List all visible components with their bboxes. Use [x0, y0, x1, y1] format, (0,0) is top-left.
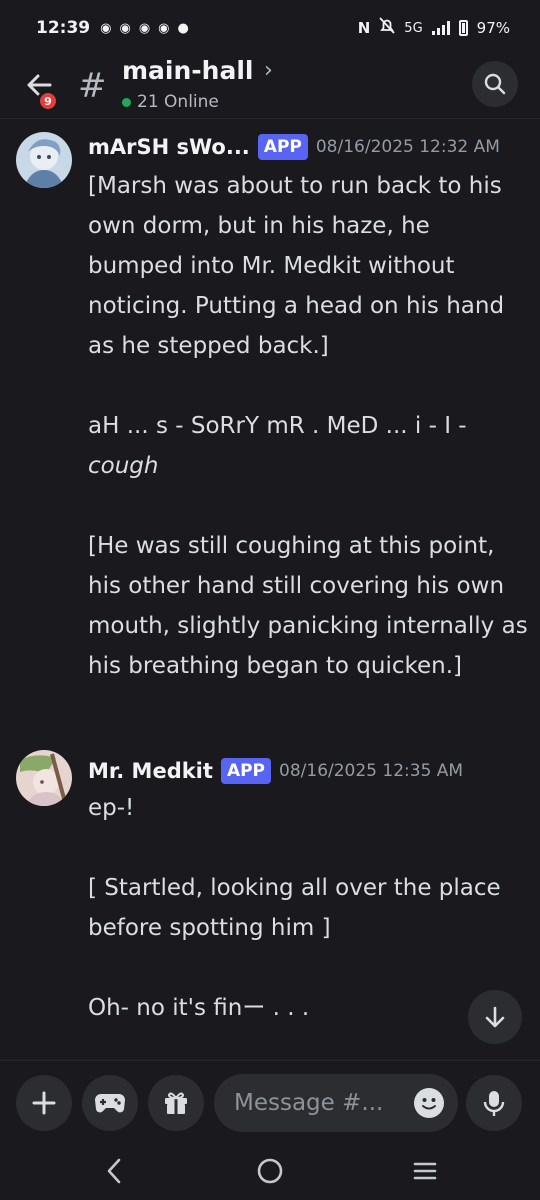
gift-button[interactable] — [148, 1075, 204, 1131]
arrow-down-icon — [485, 1006, 505, 1028]
nfc-icon: N — [357, 19, 371, 37]
network-label: 5G — [404, 20, 423, 36]
message-list[interactable]: mArSH sWo... APP 08/16/2025 12:32 AM [Ma… — [0, 120, 540, 1060]
discord-notification-icon: ◉ — [100, 20, 112, 36]
signal-icon — [431, 21, 450, 35]
microphone-icon — [483, 1091, 505, 1116]
online-dot-icon — [122, 97, 131, 107]
message-paragraph: Oh- no it's finー . . . — [88, 995, 310, 1021]
discord-notification-icon: ◉ — [138, 20, 151, 36]
channel-title[interactable]: main-hall — [122, 56, 253, 85]
nav-recents-icon — [413, 1162, 437, 1180]
emoji-icon — [422, 1098, 436, 1110]
activities-button[interactable] — [82, 1075, 138, 1131]
notification-icons: ◉ ◉ ◉ ◉ ● — [100, 21, 189, 36]
discord-notification-icon: ◉ — [158, 20, 170, 36]
battery-icon — [458, 20, 468, 36]
message-header: Mr. Medkit APP 08/16/2025 12:35 AM — [88, 758, 463, 784]
discord-notification-icon: ◉ — [119, 20, 131, 36]
online-count: 21 Online — [137, 92, 219, 112]
nav-back-button[interactable] — [104, 1156, 124, 1190]
message-header: mArSH sWo... APP 08/16/2025 12:32 AM — [88, 134, 500, 160]
add-attachment-button[interactable] — [16, 1075, 72, 1131]
search-button[interactable] — [472, 61, 518, 107]
timestamp: 08/16/2025 12:35 AM — [279, 761, 464, 781]
nav-recents-button[interactable] — [412, 1156, 438, 1190]
system-nav-bar — [0, 1146, 540, 1200]
message-paragraph: aH ... s - SoRrY mR . MeD ... i - I - — [88, 413, 467, 439]
author-name[interactable]: Mr. Medkit — [88, 759, 213, 783]
gift-icon — [165, 1092, 187, 1114]
emoji-button[interactable] — [414, 1088, 444, 1118]
avatar[interactable] — [16, 750, 72, 806]
chevron-right-icon[interactable]: › — [264, 58, 273, 83]
channel-header: 9 # main-hall › 21 Online — [0, 56, 540, 118]
message-paragraph: ep-! — [88, 795, 135, 821]
status-time: 12:39 — [36, 18, 91, 38]
unread-badge: 9 — [37, 90, 59, 112]
hashtag-icon: # — [78, 66, 107, 106]
message-input-placeholder: Message #... — [234, 1090, 384, 1116]
app-tag: APP — [220, 758, 272, 784]
nav-home-icon — [257, 1158, 283, 1184]
author-name[interactable]: mArSH sWo... — [88, 135, 250, 159]
nav-home-button[interactable] — [256, 1156, 284, 1190]
message-content: ep-! [ Startled, looking all over the pl… — [88, 788, 528, 1028]
status-bar: 12:39 ◉ ◉ ◉ ◉ ● N 5G 97% — [0, 0, 540, 56]
gamepad-icon — [95, 1094, 125, 1113]
jump-to-bottom-button[interactable] — [468, 990, 522, 1044]
message-italic-text: cough — [88, 453, 159, 479]
nav-back-icon — [107, 1158, 121, 1184]
plus-icon — [32, 1091, 56, 1115]
message-paragraph: [He was still coughing at this point, hi… — [88, 533, 528, 679]
message-paragraph: [ Startled, looking all over the place b… — [88, 875, 501, 941]
header-divider — [0, 118, 540, 119]
online-status: 21 Online — [122, 92, 219, 112]
voice-message-button[interactable] — [466, 1075, 522, 1131]
message-input[interactable]: Message #... — [214, 1074, 458, 1132]
app-tag: APP — [257, 134, 308, 160]
search-icon — [484, 73, 506, 95]
avatar[interactable] — [16, 132, 72, 188]
message-composer: Message #... — [0, 1061, 540, 1146]
mute-bell-icon — [379, 17, 395, 39]
message-content: [Marsh was about to run back to his own … — [88, 166, 528, 686]
message-paragraph: [Marsh was about to run back to his own … — [88, 173, 505, 359]
battery-level: 97% — [476, 19, 510, 37]
more-notifications-dot-icon: ● — [177, 20, 189, 36]
timestamp: 08/16/2025 12:32 AM — [315, 137, 500, 157]
